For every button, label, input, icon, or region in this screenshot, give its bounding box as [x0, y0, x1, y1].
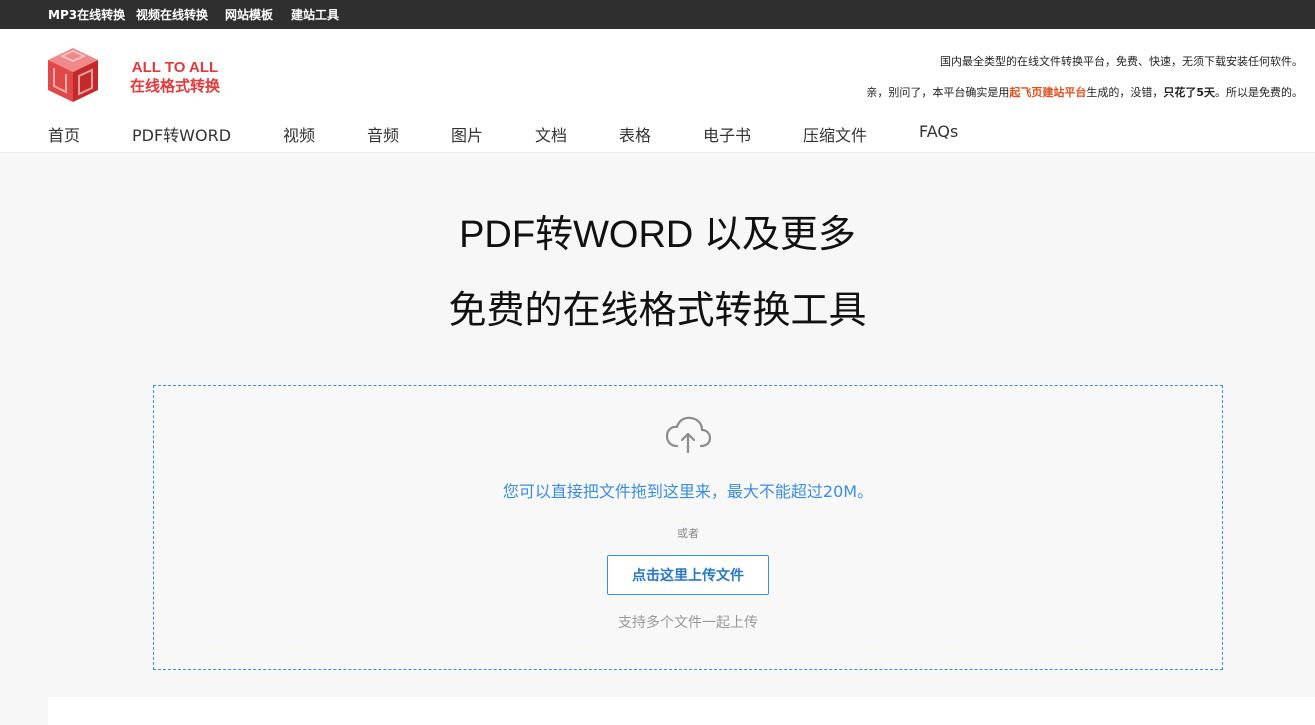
tagline-line-1: 国内最全类型的在线文件转换平台，免费、快速，无须下载安装任何软件。: [940, 55, 1303, 68]
nav-item-home[interactable]: 首页: [48, 122, 80, 146]
site-logo-text[interactable]: ALL TO ALL 在线格式转换: [120, 58, 230, 96]
upload-file-button[interactable]: 点击这里上传文件: [607, 555, 769, 595]
nav-item-audio[interactable]: 音频: [367, 122, 399, 146]
logo-line-2: 在线格式转换: [129, 77, 220, 95]
content-panel: [48, 697, 1315, 725]
hero-title: PDF转WORD 以及更多: [459, 214, 856, 256]
tagline-line-2: 亲，别问了，本平台确实是用起飞页建站平台生成的，没错，只花了5天。所以是免费的。: [866, 84, 1303, 100]
hero-subtitle: 免费的在线格式转换工具: [448, 288, 867, 332]
qifeiye-link[interactable]: 起飞页建站平台: [1009, 86, 1086, 99]
tagline-bold: 只花了5天: [1163, 86, 1215, 99]
tagline-suffix: 。所以是免费的。: [1215, 86, 1303, 99]
nav-item-spreadsheet[interactable]: 表格: [619, 122, 651, 146]
nav-item-faqs[interactable]: FAQs: [919, 122, 958, 141]
file-drop-zone[interactable]: 您可以直接把文件拖到这里来，最大不能超过20M。 或者 点击这里上传文件 支持多…: [153, 385, 1223, 670]
nav-item-document[interactable]: 文档: [535, 122, 567, 146]
site-header: ALL TO ALL 在线格式转换 国内最全类型的在线文件转换平台，免费、快速，…: [0, 29, 1315, 153]
nav-item-pdf-to-word[interactable]: PDF转WORD: [132, 122, 231, 146]
topbar-link-templates[interactable]: 网站模板: [225, 6, 273, 23]
nav-item-video[interactable]: 视频: [283, 122, 315, 146]
nav-item-ebook[interactable]: 电子书: [703, 122, 751, 146]
topbar-link-mp3[interactable]: MP3在线转换: [48, 6, 125, 23]
nav-item-archive[interactable]: 压缩文件: [803, 122, 867, 146]
logo-line-1: ALL TO ALL: [131, 59, 219, 76]
topbar-link-tools[interactable]: 建站工具: [291, 6, 339, 23]
or-separator: 或者: [677, 527, 699, 540]
cube-logo-icon[interactable]: [46, 46, 100, 104]
tagline-prefix: 亲，别问了，本平台确实是用: [866, 86, 1010, 99]
multi-upload-note: 支持多个文件一起上传: [618, 615, 758, 631]
drop-instructions: 您可以直接把文件拖到这里来，最大不能超过20M。: [502, 482, 874, 501]
tagline-middle: 生成的，没错，: [1086, 86, 1164, 99]
topbar-link-video[interactable]: 视频在线转换: [136, 6, 208, 23]
nav-item-image[interactable]: 图片: [451, 122, 483, 146]
cloud-upload-icon: [665, 416, 711, 454]
top-bar: MP3在线转换 视频在线转换 网站模板 建站工具: [0, 0, 1315, 29]
